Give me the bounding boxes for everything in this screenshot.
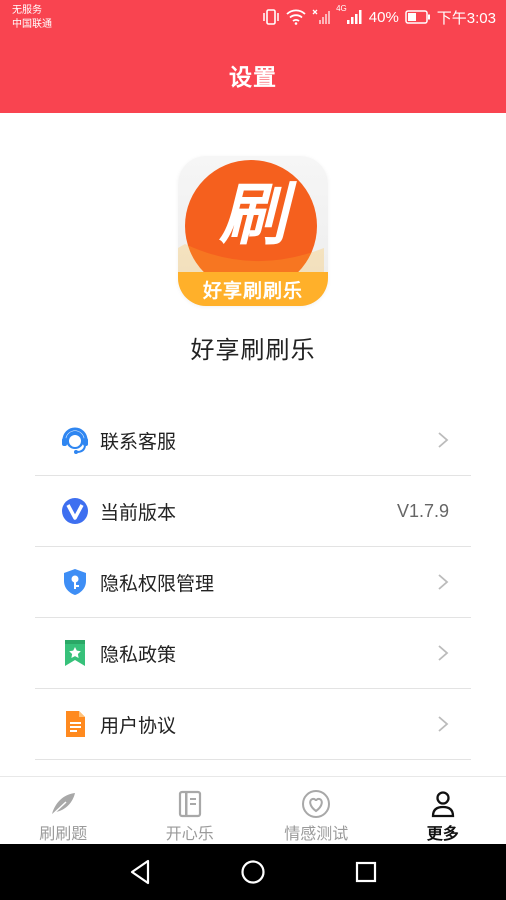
status-no-service: 无服务 — [12, 5, 42, 16]
user-icon — [428, 789, 458, 819]
settings-menu: 联系客服 当前版本 V1.7.9 隐私权限管理 隐私政策 用户协议 — [35, 405, 471, 760]
tab-label: 开心乐 — [165, 824, 214, 843]
menu-item-current-version[interactable]: 当前版本 V1.7.9 — [35, 476, 471, 547]
tab-label: 更多 — [426, 824, 459, 843]
version-value: V1.7.9 — [396, 500, 449, 521]
logo-banner-text: 好享刷刷乐 — [202, 280, 303, 302]
tab-label: 刷刷题 — [39, 824, 88, 843]
home-circle-icon[interactable] — [239, 858, 267, 886]
menu-item-label: 联系客服 — [100, 430, 177, 453]
chevron-right-icon — [437, 573, 449, 591]
chevron-right-icon — [437, 431, 449, 449]
shield-key-icon — [60, 567, 90, 597]
menu-item-privacy-permissions[interactable]: 隐私权限管理 — [35, 547, 471, 618]
v-badge-icon — [60, 496, 90, 526]
tab-label: 情感测试 — [284, 824, 349, 843]
wifi-icon — [286, 9, 306, 25]
heart-icon — [301, 789, 331, 819]
tab-emotion-test[interactable]: 情感测试 — [253, 777, 380, 845]
tab-practice[interactable]: 刷刷题 — [0, 777, 127, 845]
bookmark-star-icon — [60, 638, 90, 668]
app-logo: 刷 好享刷刷乐 — [178, 156, 328, 306]
document-icon — [60, 709, 90, 739]
customer-service-icon — [60, 425, 90, 455]
page-title: 设置 — [229, 65, 277, 91]
vibrate-icon — [262, 9, 280, 25]
notebook-icon — [175, 789, 205, 819]
menu-item-label: 隐私政策 — [100, 643, 177, 666]
recents-square-icon[interactable] — [352, 858, 380, 886]
menu-item-label: 当前版本 — [100, 501, 177, 524]
logo-character: 刷 — [218, 176, 287, 255]
tab-more[interactable]: 更多 — [380, 777, 506, 845]
cellular-signal-icon: 4G — [336, 5, 363, 25]
bottom-tab-bar: 刷刷题 开心乐 情感测试 更多 — [0, 776, 506, 845]
battery-percent: 40% — [368, 8, 399, 26]
back-triangle-icon[interactable] — [126, 858, 154, 886]
menu-item-label: 用户协议 — [100, 714, 177, 737]
chevron-right-icon — [437, 644, 449, 662]
menu-item-user-agreement[interactable]: 用户协议 — [35, 689, 471, 760]
menu-item-label: 隐私权限管理 — [100, 572, 215, 595]
feather-icon — [48, 789, 78, 819]
header-bar: 无服务 中国联通 4G 40% 下午3:03 设置 — [0, 0, 506, 113]
app-name: 好享刷刷乐 — [190, 336, 316, 364]
battery-icon — [405, 10, 431, 24]
status-bar-carrier: 无服务 中国联通 — [12, 4, 52, 32]
menu-item-privacy-policy[interactable]: 隐私政策 — [35, 618, 471, 689]
status-bar-indicators: 4G 40% 下午3:03 — [262, 5, 496, 27]
signal-x-icon — [312, 9, 331, 25]
system-navigation-bar — [0, 844, 506, 900]
tab-happy[interactable]: 开心乐 — [127, 777, 254, 845]
status-time: 下午3:03 — [436, 9, 496, 27]
menu-item-customer-service[interactable]: 联系客服 — [35, 405, 471, 476]
chevron-right-icon — [437, 715, 449, 733]
network-type: 4G — [336, 4, 347, 13]
status-carrier-name: 中国联通 — [12, 19, 52, 30]
